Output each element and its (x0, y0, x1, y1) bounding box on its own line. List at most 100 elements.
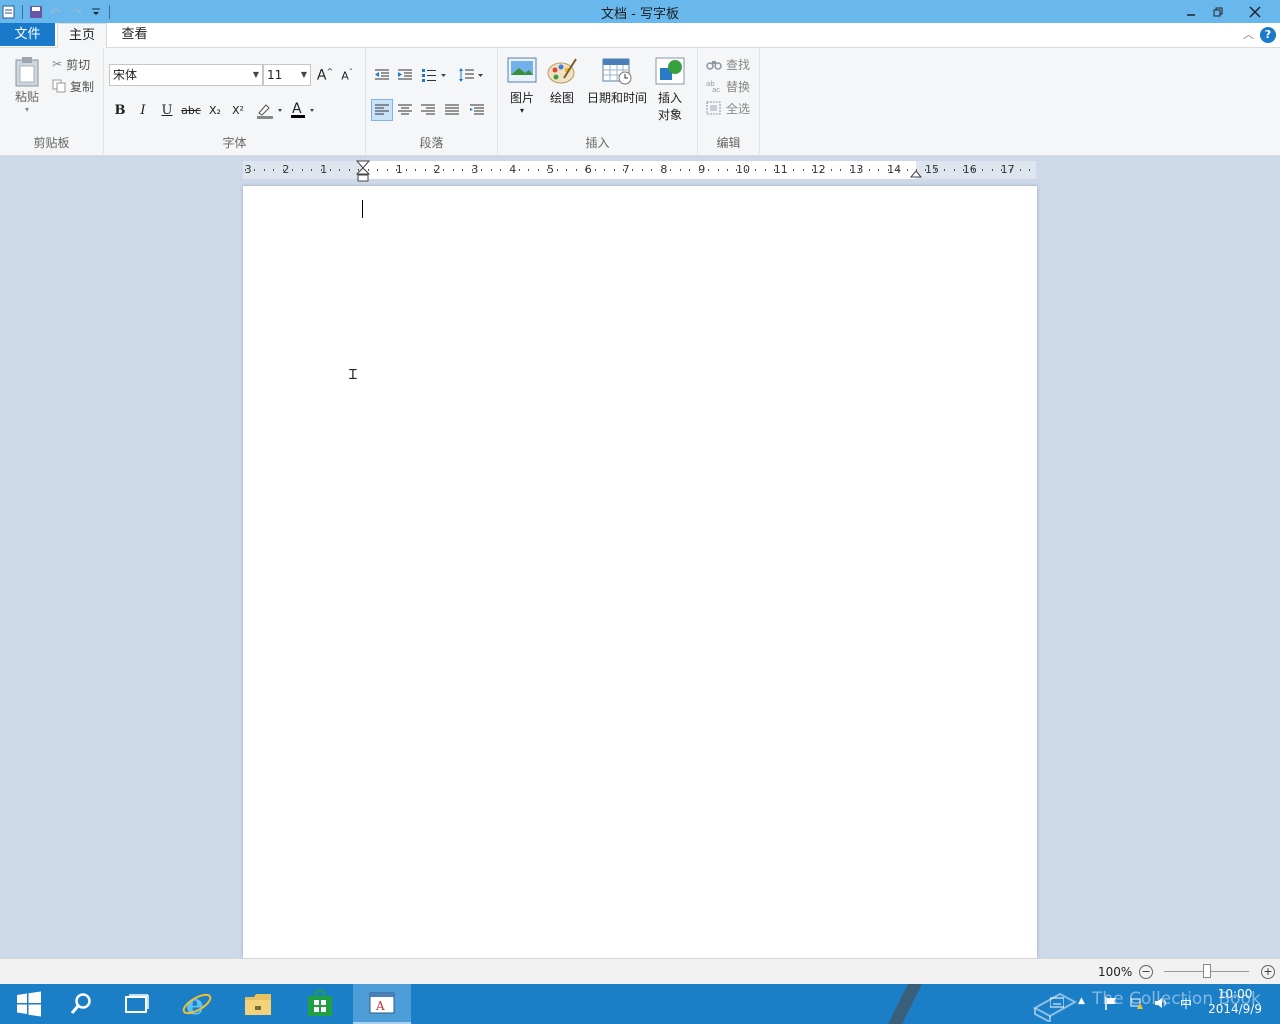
network-warning-icon[interactable] (1130, 996, 1144, 1010)
ruler-tick (878, 169, 879, 171)
collapse-ribbon-icon[interactable]: ︿ (1243, 26, 1254, 42)
ribbon: 粘贴 ▾ ✂ 剪切 复制 剪贴板 宋体 ▼ 11 ▼ A^ Aˇ B I U a… (0, 48, 1280, 156)
ruler-tick (982, 169, 983, 171)
ruler-tick (897, 169, 898, 171)
insert-datetime-button[interactable]: 日期和时间 (586, 56, 648, 106)
help-icon[interactable]: ? (1260, 27, 1276, 43)
grow-font-button[interactable]: A^ (315, 65, 335, 85)
find-button[interactable]: 查找 (706, 54, 750, 74)
font-size-dropdown[interactable]: 11 ▼ (263, 64, 311, 86)
replace-icon: abac (706, 80, 720, 93)
ruler-tick (642, 169, 643, 171)
strikethrough-button[interactable]: abc (181, 100, 201, 120)
align-center-button[interactable] (395, 100, 415, 120)
font-color-button[interactable]: A (288, 100, 320, 120)
justify-button[interactable] (442, 100, 462, 120)
italic-button[interactable]: I (133, 100, 153, 120)
subscript-button[interactable]: X₂ (205, 100, 225, 120)
wordpad-taskbar-button[interactable]: A (353, 984, 411, 1024)
ibeam-cursor-icon: Ɪ (349, 367, 357, 383)
ruler-tick (708, 169, 709, 171)
close-icon (1249, 5, 1261, 18)
find-label: 查找 (726, 57, 751, 72)
store-button[interactable] (291, 984, 349, 1024)
superscript-button[interactable]: X² (228, 100, 248, 120)
ruler-tick (765, 169, 766, 171)
ruler-tick (330, 169, 331, 171)
tab-home[interactable]: 主页 (57, 23, 107, 49)
ruler-tick (869, 169, 870, 171)
ruler-tick (718, 169, 719, 171)
ruler-tick (321, 169, 322, 171)
paint-palette-icon (547, 58, 577, 84)
window-title: 文档 - 写字板 (601, 7, 679, 22)
ruler-tick (859, 169, 860, 171)
right-indent-marker-icon[interactable] (910, 167, 922, 179)
ruler-label: 13 (849, 163, 864, 176)
increase-indent-icon (398, 69, 412, 80)
minimize-button[interactable] (1176, 0, 1206, 23)
ruler-tick (992, 169, 993, 171)
action-center-flag-icon[interactable] (1104, 996, 1118, 1010)
line-spacing-icon (459, 68, 483, 82)
bullet-list-button[interactable] (420, 65, 450, 85)
insert-group-label: 插入 (585, 136, 610, 150)
zoom-slider-thumb[interactable] (1203, 964, 1211, 978)
internet-explorer-button[interactable]: e (168, 984, 226, 1024)
ruler-tick (670, 169, 671, 171)
line-spacing-button[interactable] (457, 65, 487, 85)
bold-button[interactable]: B (110, 100, 130, 120)
insert-picture-button[interactable]: 图片 ▾ (504, 56, 540, 115)
ime-indicator[interactable]: 中 (1180, 995, 1194, 1011)
tab-file[interactable]: 文件 (0, 23, 55, 46)
ruler-tick (661, 169, 662, 171)
ruler-label: 12 (811, 163, 826, 176)
paragraph-settings-button[interactable] (467, 100, 487, 120)
copy-icon (52, 79, 66, 93)
copy-button[interactable]: 复制 (52, 76, 94, 96)
calendar-clock-icon (602, 58, 632, 85)
insert-object-button[interactable]: 插入 对象 (650, 56, 690, 123)
ruler-tick (925, 169, 926, 171)
task-view-button[interactable] (108, 984, 166, 1024)
select-all-button[interactable]: 全选 (706, 98, 750, 118)
ruler-tick (944, 169, 945, 171)
restore-button[interactable] (1203, 0, 1233, 23)
decrease-indent-button[interactable] (372, 65, 392, 85)
paste-label: 粘贴 (14, 90, 39, 104)
zoom-level: 100% (1098, 965, 1133, 979)
start-button[interactable] (0, 984, 58, 1024)
font-family-dropdown[interactable]: 宋体 ▼ (109, 64, 263, 86)
paste-icon (15, 57, 39, 87)
zoom-in-button[interactable]: + (1261, 965, 1275, 979)
highlight-color-button[interactable] (254, 100, 286, 120)
file-explorer-button[interactable] (229, 984, 287, 1024)
shrink-font-button[interactable]: Aˇ (337, 65, 357, 85)
show-hidden-icons-icon[interactable]: ▲ (1078, 996, 1092, 1010)
task-view-icon (125, 994, 149, 1013)
replace-button[interactable]: ab ac 替换 (706, 76, 750, 96)
underline-button[interactable]: U (157, 100, 177, 120)
insert-drawing-button[interactable]: 绘图 (544, 56, 580, 106)
volume-icon[interactable] (1154, 996, 1168, 1010)
align-right-button[interactable] (418, 100, 438, 120)
cut-button[interactable]: ✂ 剪切 (52, 54, 90, 74)
ruler-tick (746, 169, 747, 171)
align-left-button[interactable] (371, 99, 393, 121)
taskbar: e A The Collection Book ▲ 中 10:00 2014/9… (0, 984, 1280, 1024)
ruler-tick (547, 169, 548, 171)
clock[interactable]: 10:00 2014/9/9 (1208, 987, 1262, 1017)
ruler-tick (803, 169, 804, 171)
paragraph-icon (470, 104, 484, 115)
search-button[interactable] (52, 984, 110, 1024)
indent-marker-icon[interactable] (356, 160, 370, 184)
close-button[interactable] (1240, 0, 1270, 23)
ruler-tick (434, 169, 435, 171)
keyboard-tray-icon[interactable] (1049, 996, 1065, 1010)
paste-button[interactable]: 粘贴 ▾ (10, 56, 44, 114)
increase-indent-button[interactable] (395, 65, 415, 85)
zoom-out-button[interactable]: − (1139, 965, 1153, 979)
tab-view[interactable]: 查看 (112, 23, 157, 48)
document-page[interactable] (243, 186, 1037, 958)
svg-text:ac: ac (712, 86, 720, 93)
